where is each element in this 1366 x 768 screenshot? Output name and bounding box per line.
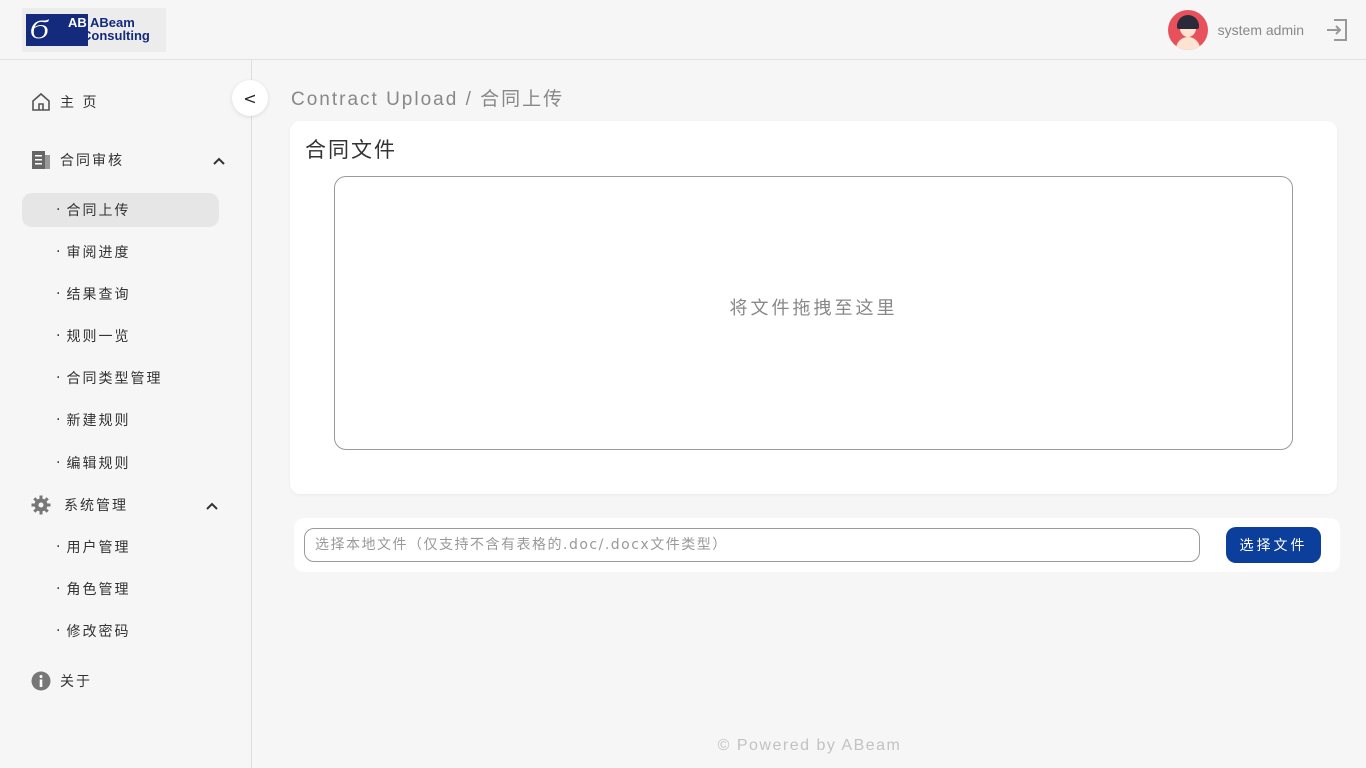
sidebar-item-edit-rule[interactable]: · 编辑规则 [22,446,219,480]
sidebar-item-label: 角色管理 [66,582,131,598]
sidebar-item-label: 新建规则 [66,413,131,429]
sidebar-item-new-rule[interactable]: · 新建规则 [22,403,219,437]
logo-text: ABeam Consulting [82,15,150,43]
sidebar-item-contract-type-management[interactable]: · 合同类型管理 [22,361,219,395]
sidebar-group-system-management[interactable]: 系统管理 [30,494,128,516]
sidebar-item-label: 合同上传 [66,203,131,219]
sidebar-item-user-management[interactable]: · 用户管理 [22,530,219,564]
sidebar-item-label: 用户管理 [66,540,131,556]
sidebar-collapse-button[interactable]: < [232,80,268,116]
sidebar-item-contract-upload[interactable]: · 合同上传 [22,193,219,227]
user-area: system admin [1167,10,1350,50]
sidebar-item-rule-list[interactable]: · 规则一览 [22,319,219,353]
user-name: system admin [1217,22,1304,38]
sidebar-item-label: 修改密码 [66,624,131,640]
sidebar-item-label: 合同类型管理 [66,371,163,387]
sidebar-item-change-password[interactable]: · 修改密码 [22,614,219,648]
abeam-logo[interactable]: Ϭ AB ABeam Consulting [22,8,166,52]
sidebar-item-label: 结果查询 [66,287,131,303]
drop-zone-text: 将文件拖拽至这里 [729,298,898,319]
file-select-bar: 选择文件 [294,518,1340,572]
avatar[interactable] [1167,10,1208,50]
breadcrumb: Contract Upload / 合同上传 [291,89,565,110]
logo-mark: Ϭ AB [26,14,88,46]
choose-file-button[interactable]: 选择文件 [1226,527,1321,563]
info-icon [31,671,51,691]
sidebar-item-label: 审阅进度 [66,245,131,261]
sidebar-item-label: 关于 [60,674,92,690]
sidebar-item-result-query[interactable]: · 结果查询 [22,277,219,311]
sidebar-item-review-progress[interactable]: · 审阅进度 [22,235,219,269]
chevron-up-icon[interactable] [205,499,219,513]
sidebar-group-label: 系统管理 [64,498,128,514]
document-list-icon [32,151,50,169]
sidebar-group-label: 合同审核 [60,153,124,169]
logout-icon[interactable] [1324,17,1350,43]
footer: © Powered by ABeam [717,737,902,754]
contract-file-card: 合同文件 将文件拖拽至这里 [290,121,1337,494]
gear-icon [31,495,51,515]
sidebar-item-label: 规则一览 [66,329,131,345]
card-title: 合同文件 [305,138,397,162]
sidebar-item-label: 编辑规则 [66,456,131,472]
file-drop-zone[interactable]: 将文件拖拽至这里 [334,176,1293,450]
file-path-input[interactable] [304,528,1200,562]
home-icon [32,92,50,111]
chevron-up-icon[interactable] [212,154,226,168]
sidebar-group-contract-review[interactable]: 合同审核 [30,149,124,171]
sidebar-item-about[interactable]: 关于 [30,670,92,692]
sidebar-item-label: 主 页 [60,95,99,111]
sidebar-item-home[interactable]: 主 页 [30,91,98,113]
app-header: Ϭ AB ABeam Consulting system admin [0,0,1366,60]
sidebar-item-role-management[interactable]: · 角色管理 [22,572,219,606]
